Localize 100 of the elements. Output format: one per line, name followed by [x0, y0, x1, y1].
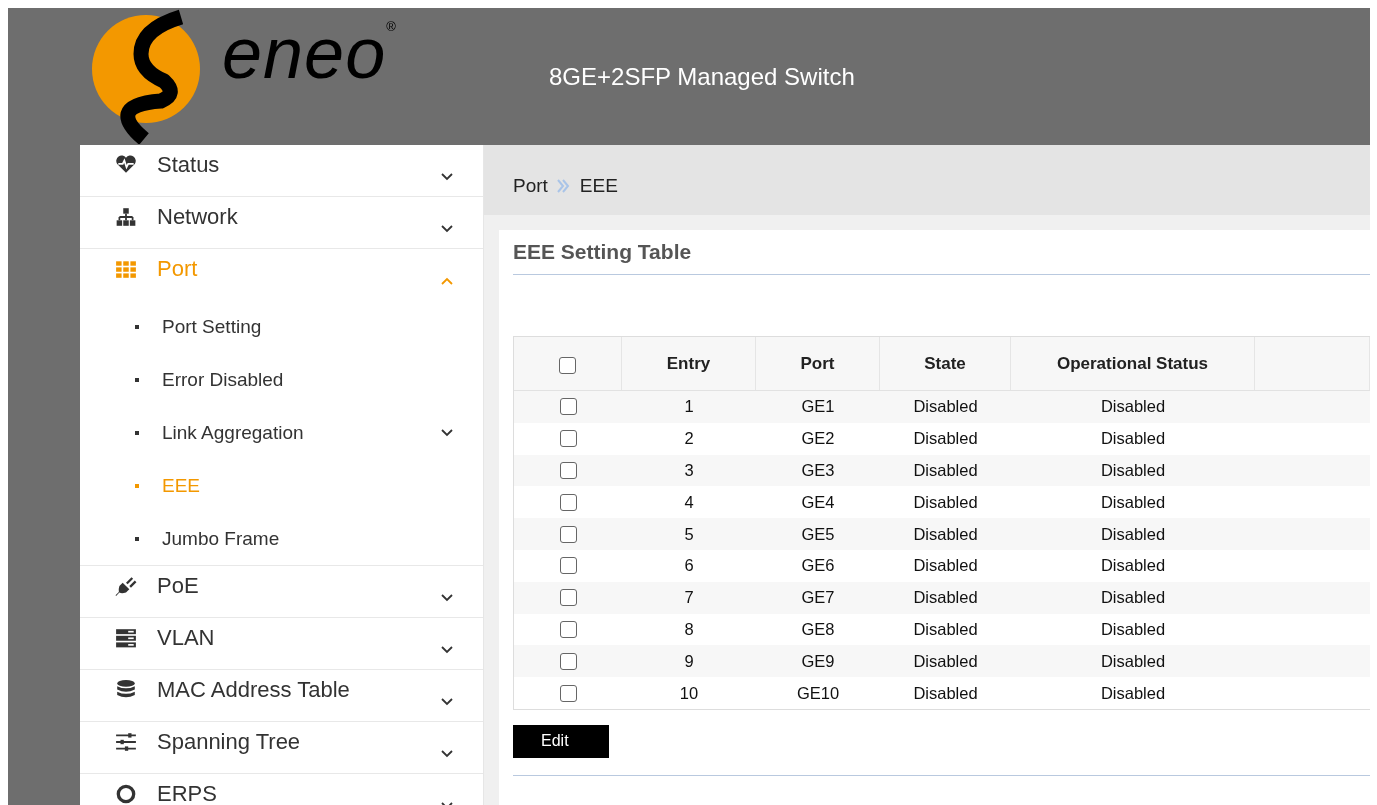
bullet-icon: [135, 483, 139, 488]
table-cell: Disabled: [1100, 524, 1166, 544]
checkbox[interactable]: [559, 398, 577, 416]
table-cell: Disabled: [913, 683, 978, 703]
column-header: State: [880, 337, 1011, 390]
chevron-icon: [441, 697, 453, 706]
chevron-icon: [441, 172, 453, 181]
nav-label: PoE: [157, 572, 199, 599]
nav-item[interactable]: VLAN: [80, 618, 483, 670]
table-cell: GE2: [801, 429, 835, 449]
chevron-icon: [441, 276, 453, 285]
table-cell: GE4: [801, 492, 835, 512]
card-title: EEE Setting Table: [513, 240, 692, 264]
column-header: Entry: [622, 337, 756, 390]
table-cell: Disabled: [913, 397, 978, 417]
chevron-icon: [441, 224, 453, 233]
checkbox[interactable]: [559, 620, 577, 638]
table-cell: GE7: [801, 588, 835, 608]
bullet-icon: [135, 377, 139, 382]
chevron-icon: [441, 593, 453, 602]
table-cell: GE9: [801, 651, 835, 671]
table-cell: 9: [684, 651, 694, 671]
chevron-icon: [441, 428, 453, 437]
table-cell: 6: [684, 556, 694, 576]
table-cell: GE3: [801, 461, 835, 480]
nav-label: MAC Address Table: [157, 676, 350, 703]
table-cell: Disabled: [1100, 588, 1166, 608]
nav-label: Port: [157, 255, 198, 282]
table-cell: Disabled: [913, 651, 978, 671]
table-cell: GE6: [801, 556, 835, 576]
nav-label: Status: [157, 151, 220, 178]
table-cell: 10: [679, 683, 699, 703]
nav-item[interactable]: Spanning Tree: [80, 722, 483, 774]
checkbox[interactable]: [559, 430, 577, 448]
logo-wordmark: eneo: [222, 17, 387, 89]
checkbox[interactable]: [559, 589, 577, 607]
ring-icon: [115, 782, 137, 805]
column-header: Operational Status: [1011, 337, 1255, 390]
table-cell: Disabled: [1100, 492, 1166, 512]
nav-label: ERPS: [157, 780, 217, 805]
nav-item[interactable]: Network: [80, 197, 483, 249]
table-cell: Disabled: [1100, 619, 1166, 639]
checkbox[interactable]: [559, 357, 576, 374]
table-cell: Disabled: [913, 461, 978, 480]
checkbox[interactable]: [559, 684, 577, 702]
nav-item[interactable]: Status: [80, 145, 483, 197]
table-cell: Disabled: [1100, 461, 1166, 480]
breadcrumb-item: Port: [513, 175, 548, 197]
table-cell: Disabled: [1100, 429, 1166, 449]
nav-label: VLAN: [157, 624, 215, 651]
chevron-icon: [441, 749, 453, 758]
table-cell: Disabled: [913, 556, 978, 576]
nav-subitem[interactable]: Error Disabled: [80, 353, 483, 406]
checkbox[interactable]: [559, 493, 577, 511]
table-cell: 4: [684, 492, 694, 512]
table-cell: Disabled: [913, 619, 978, 639]
nav-subitem[interactable]: Link Aggregation: [80, 406, 483, 459]
nav-label: Spanning Tree: [157, 728, 301, 755]
table-cell: Disabled: [913, 492, 978, 512]
table-cell: Disabled: [913, 588, 978, 608]
plug-icon: [115, 574, 137, 597]
table-cell: 5: [684, 524, 694, 544]
nav-subitem[interactable]: Port Setting: [80, 300, 483, 353]
column-header: Port: [756, 337, 880, 390]
bullet-icon: [135, 536, 139, 541]
sitemap-icon: [115, 205, 137, 228]
sliders-icon: [115, 730, 137, 753]
table-cell: Disabled: [913, 524, 978, 544]
checkbox[interactable]: [559, 525, 577, 543]
server-icon: [115, 626, 137, 649]
table-cell: GE8: [801, 619, 835, 639]
checkbox[interactable]: [559, 652, 577, 670]
double-chevron-icon: [555, 179, 570, 193]
table-cell: 8: [684, 619, 694, 639]
checkbox[interactable]: [559, 557, 577, 575]
chevron-icon: [441, 645, 453, 654]
table-cell: 7: [684, 588, 694, 608]
table-cell: Disabled: [1100, 651, 1166, 671]
bullet-icon: [135, 324, 139, 329]
edit-button[interactable]: Edit: [513, 724, 609, 758]
table-cell: 3: [684, 461, 694, 480]
nav-item[interactable]: ERPS: [80, 774, 483, 805]
switch-title: 8GE+2SFP Managed Switch: [549, 62, 855, 91]
table-cell: GE5: [801, 524, 835, 544]
table-cell: GE10: [796, 683, 840, 703]
breadcrumb-item: EEE: [579, 175, 618, 197]
table-cell: Disabled: [1100, 683, 1166, 703]
nav-item[interactable]: PoE: [80, 566, 483, 618]
nav-subitem[interactable]: Jumbo Frame: [80, 512, 483, 565]
table-cell: Disabled: [913, 429, 978, 449]
table-cell: 2: [684, 429, 694, 449]
table-cell: Disabled: [1100, 556, 1166, 576]
nav-item[interactable]: MAC Address Table: [80, 670, 483, 722]
table-cell: Disabled: [1100, 397, 1166, 417]
registered-mark: ®: [386, 19, 396, 34]
table-cell: GE1: [801, 397, 835, 417]
table-cell: 1: [684, 397, 694, 417]
nav-label: Network: [157, 203, 238, 230]
checkbox[interactable]: [559, 462, 577, 479]
bullet-icon: [135, 430, 139, 435]
